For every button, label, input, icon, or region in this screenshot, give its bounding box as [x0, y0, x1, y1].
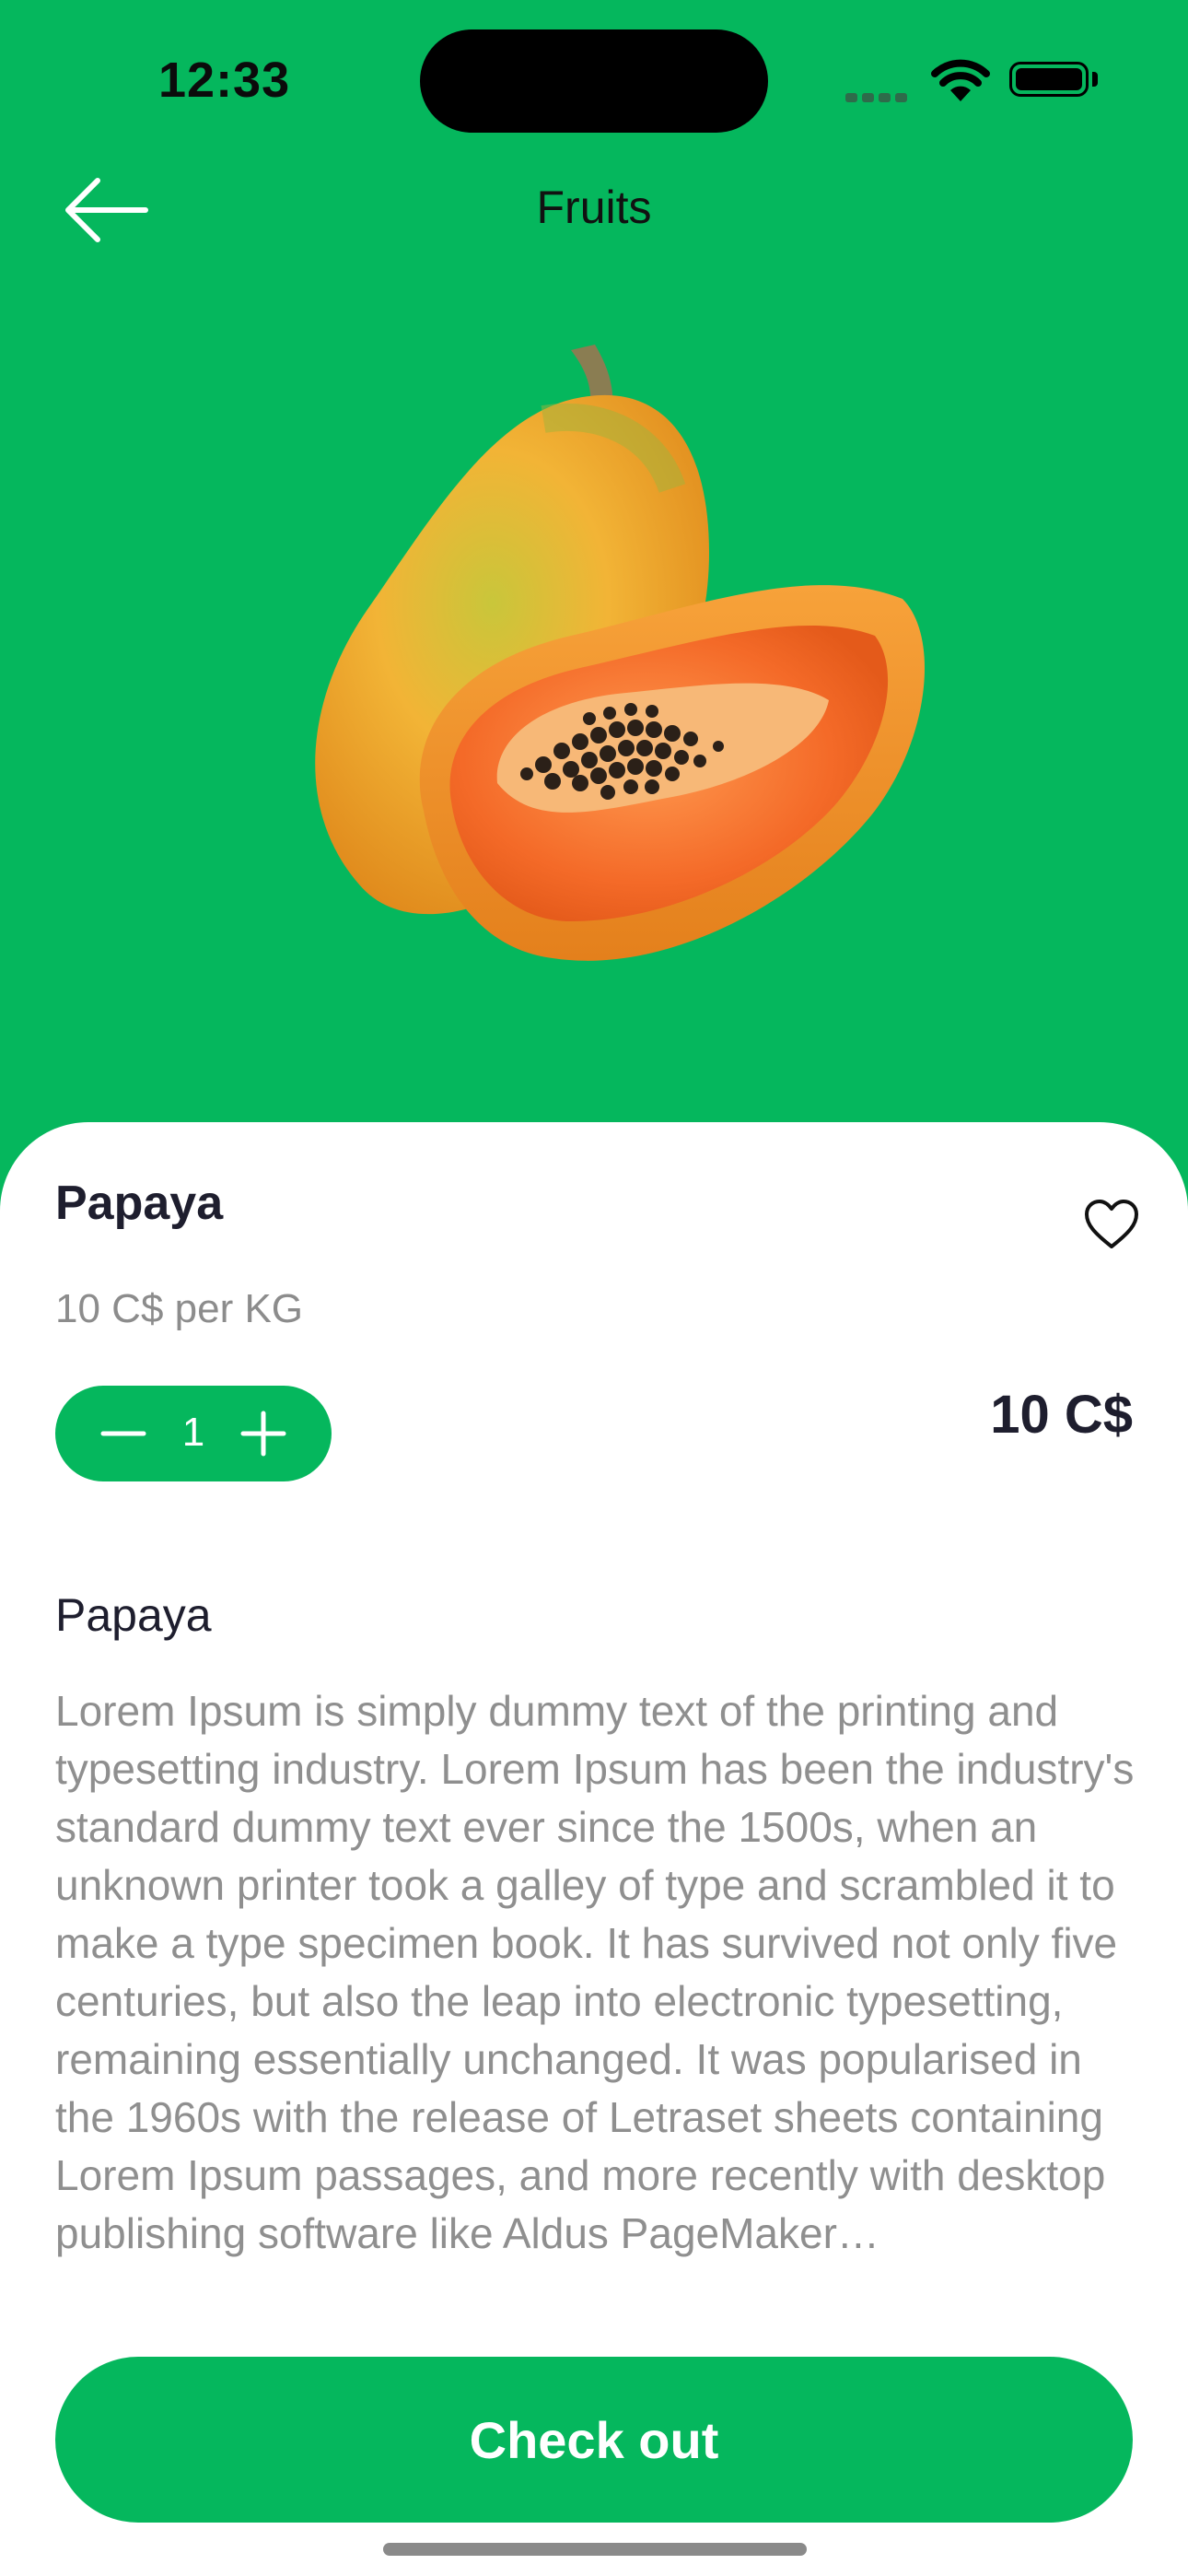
quantity-stepper: 1 — [55, 1386, 332, 1481]
product-name: Papaya — [55, 1177, 224, 1230]
description-title: Papaya — [55, 1589, 212, 1641]
battery-icon — [1009, 62, 1089, 97]
minus-icon[interactable] — [96, 1406, 151, 1461]
status-time: 12:33 — [158, 53, 291, 108]
quantity-value: 1 — [181, 1410, 205, 1455]
plus-icon[interactable] — [236, 1406, 291, 1461]
total-price: 10 C$ — [990, 1385, 1133, 1445]
heart-outline-icon[interactable] — [1083, 1198, 1140, 1251]
home-indicator[interactable] — [383, 2543, 807, 2556]
description-text: Lorem Ipsum is simply dummy text of the … — [55, 1687, 1135, 2257]
dynamic-island — [420, 29, 768, 133]
status-icons — [845, 59, 1098, 102]
cellular-signal-icon — [845, 90, 912, 107]
wifi-icon — [931, 59, 990, 101]
checkout-button[interactable]: Check out — [55, 2357, 1133, 2523]
product-image — [315, 345, 925, 961]
page-title: Fruits — [536, 181, 652, 233]
unit-price: 10 C$ per KG — [55, 1286, 304, 1331]
